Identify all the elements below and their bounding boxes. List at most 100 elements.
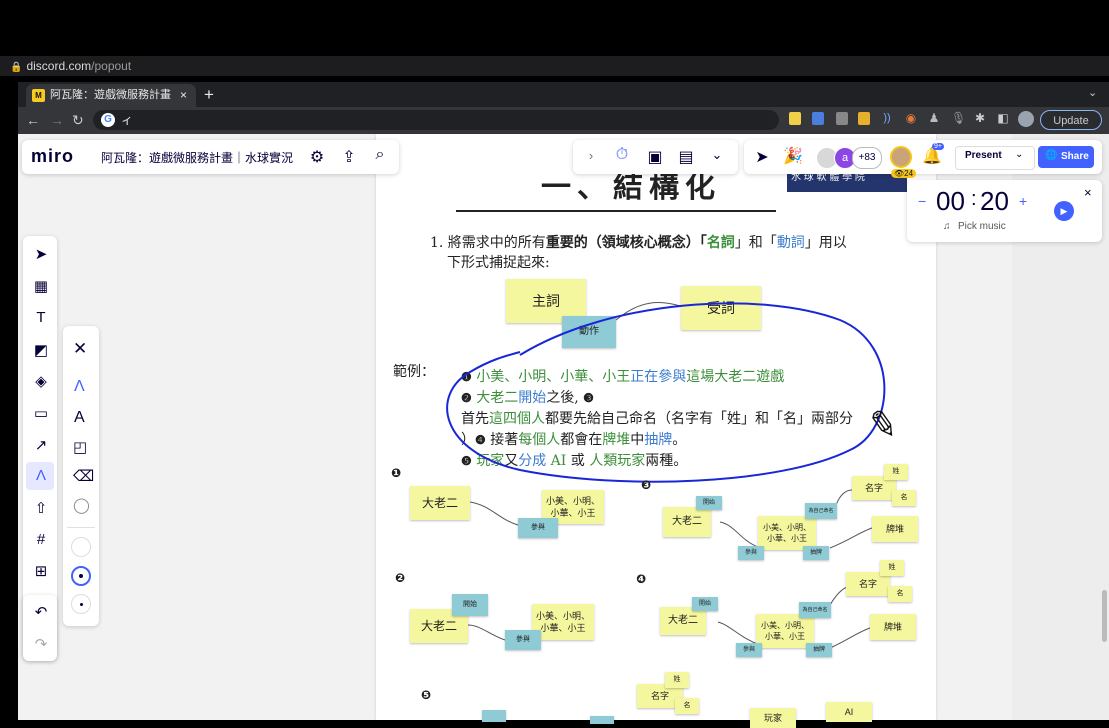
extension-download-icon[interactable]	[836, 112, 848, 125]
settings-gear-icon[interactable]: ⚙	[307, 147, 327, 167]
comment-icon[interactable]: ▭	[31, 404, 51, 422]
browser-tab-active[interactable]: M 阿瓦隆：遊戲微服務計畫｜水球軟… ×	[26, 84, 196, 107]
redo-icon[interactable]: ↷	[31, 635, 51, 653]
d3-deck-sticky[interactable]: 牌堆	[872, 516, 918, 542]
d2-start-sticky[interactable]: 開始	[452, 594, 488, 616]
timer-minutes[interactable]: 00	[936, 186, 965, 217]
d3-big2-sticky[interactable]: 大老二	[663, 507, 711, 537]
timer-close-icon[interactable]: ×	[1084, 185, 1092, 200]
d3-join-sticky[interactable]: 參與	[738, 546, 764, 560]
my-avatar[interactable]	[890, 146, 912, 168]
smart-drawing-icon[interactable]: ◰	[73, 438, 87, 456]
collaborators-count[interactable]: +83	[852, 147, 882, 169]
notes-icon[interactable]: ▤	[676, 147, 696, 167]
connection-line-icon[interactable]: ↗	[31, 436, 51, 454]
d5-surname-sticky[interactable]: 姓	[665, 672, 689, 688]
undo-icon[interactable]: ↶	[31, 603, 51, 621]
forward-arrow-icon[interactable]: →	[50, 110, 64, 130]
d3-surname-sticky[interactable]: 姓	[884, 464, 908, 480]
reload-icon[interactable]: ↻	[72, 110, 84, 130]
tab-close-icon[interactable]: ×	[180, 84, 187, 107]
d4-draw-sticky[interactable]: 抽牌	[806, 643, 832, 657]
extension-cookie-icon[interactable]: ◉	[905, 112, 917, 125]
microphone-icon[interactable]: 🎙	[951, 112, 966, 125]
d3-naming-sticky[interactable]: 為自己命名	[805, 503, 837, 519]
update-button[interactable]: Update	[1040, 110, 1102, 130]
step1-text-c: 」和「	[734, 235, 777, 251]
extension-audio-icon[interactable]: ))	[881, 112, 893, 125]
d5-given-sticky[interactable]: 名	[675, 698, 699, 714]
shapes-icon[interactable]: ◈	[31, 372, 51, 390]
more-apps-icon[interactable]: ⊞	[31, 562, 51, 580]
select-cursor-icon[interactable]: ➤	[31, 245, 51, 263]
miro-logo[interactable]: miro	[31, 146, 74, 167]
d2-players-sticky[interactable]: 小美、小明、 小華、小王	[532, 604, 594, 640]
search-icon[interactable]: ⌕	[370, 146, 390, 164]
d2-action-sticky[interactable]: 參與	[505, 630, 541, 650]
d5-blue-sticky-b[interactable]	[590, 716, 614, 724]
d3-players-sticky[interactable]: 小美、小明、 小華、小王	[758, 516, 816, 550]
text-tool-icon[interactable]: T	[31, 309, 51, 326]
d5-blue-sticky-a[interactable]	[482, 710, 506, 722]
upload-icon[interactable]: ⇧	[31, 499, 51, 517]
timer-icon[interactable]: ⏱	[612, 146, 632, 164]
d4-given-sticky[interactable]: 名	[888, 586, 912, 602]
d1-action-sticky[interactable]: 參與	[518, 518, 558, 538]
google-icon: G	[101, 113, 115, 127]
d1-big2-sticky[interactable]: 大老二	[410, 486, 470, 520]
extensions-puzzle-icon[interactable]: ✱	[974, 112, 986, 125]
lasso-icon[interactable]: ◯	[73, 496, 90, 514]
stroke-size-thin[interactable]	[71, 537, 91, 557]
pen-icon[interactable]: Λ	[74, 378, 85, 396]
d4-big2-sticky[interactable]: 大老二	[660, 607, 706, 635]
highlighter-icon[interactable]: A	[74, 409, 85, 427]
d3-given-sticky[interactable]: 名	[892, 490, 916, 506]
export-share-icon[interactable]: ⇪	[339, 147, 359, 167]
left-black-edge	[0, 76, 18, 720]
d3-draw-sticky[interactable]: 抽牌	[803, 546, 829, 560]
pick-music-link[interactable]: Pick music	[958, 221, 1006, 232]
pen-panel-close-icon[interactable]: ✕	[73, 339, 87, 359]
d5-player-sticky[interactable]: 玩家	[750, 708, 796, 728]
more-chevron-icon[interactable]: ⌄	[707, 147, 727, 163]
extension-user-icon[interactable]: ♟	[928, 112, 940, 125]
extension-sort-icon[interactable]	[858, 112, 870, 125]
d4-start-sticky[interactable]: 開始	[692, 597, 718, 611]
new-tab-button[interactable]: +	[204, 84, 214, 106]
vertical-scrollbar[interactable]	[1102, 590, 1107, 642]
screen-share-icon[interactable]: ▣	[645, 147, 665, 167]
extension-notes-icon[interactable]	[789, 112, 801, 125]
omnibox[interactable]: Gィ	[93, 110, 779, 130]
celebrate-icon[interactable]: 🎉	[783, 146, 803, 166]
timer-play-button[interactable]: ▶	[1054, 201, 1074, 221]
extension-translate-icon[interactable]	[812, 112, 824, 125]
d1-arrow	[469, 501, 519, 526]
d2-arrow	[467, 624, 506, 641]
sidepanel-icon[interactable]: ◧	[997, 112, 1009, 125]
timer-minus-button[interactable]: −	[918, 193, 926, 209]
timer-plus-button[interactable]: +	[1019, 193, 1027, 209]
pen-tool-icon[interactable]: Λ	[31, 467, 51, 484]
back-arrow-icon[interactable]: ←	[26, 110, 40, 130]
present-button[interactable]: Present	[965, 150, 1002, 161]
d4-join-sticky[interactable]: 參與	[736, 643, 762, 657]
frame-icon[interactable]: #	[31, 531, 51, 548]
follow-cursor-icon[interactable]: ➤	[752, 147, 772, 167]
d4-surname-sticky[interactable]: 姓	[880, 560, 904, 576]
present-dropdown-icon[interactable]: ⌄	[1015, 149, 1023, 160]
d3-arrow-b	[835, 489, 853, 506]
templates-icon[interactable]: ▦	[31, 277, 51, 295]
d4-naming-sticky[interactable]: 為自己命名	[799, 602, 831, 618]
eraser-icon[interactable]: ⌫	[73, 467, 94, 485]
d2-num: ❷	[395, 571, 406, 585]
d5-ai-sticky[interactable]: AI	[826, 702, 872, 722]
profile-avatar[interactable]	[1018, 111, 1034, 127]
tab-search-icon[interactable]: ⌄	[1088, 86, 1097, 99]
timer-seconds[interactable]: 20	[980, 186, 1009, 217]
expand-chevron-icon[interactable]: ›	[581, 148, 601, 163]
sticky-note-icon[interactable]: ◩	[31, 341, 51, 359]
globe-icon: 🌐	[1045, 150, 1058, 161]
d3-start-sticky[interactable]: 開始	[696, 496, 722, 510]
board-title[interactable]: 阿瓦隆：遊戲微服務計畫｜水球實況	[101, 149, 293, 166]
d4-deck-sticky[interactable]: 牌堆	[870, 614, 916, 640]
